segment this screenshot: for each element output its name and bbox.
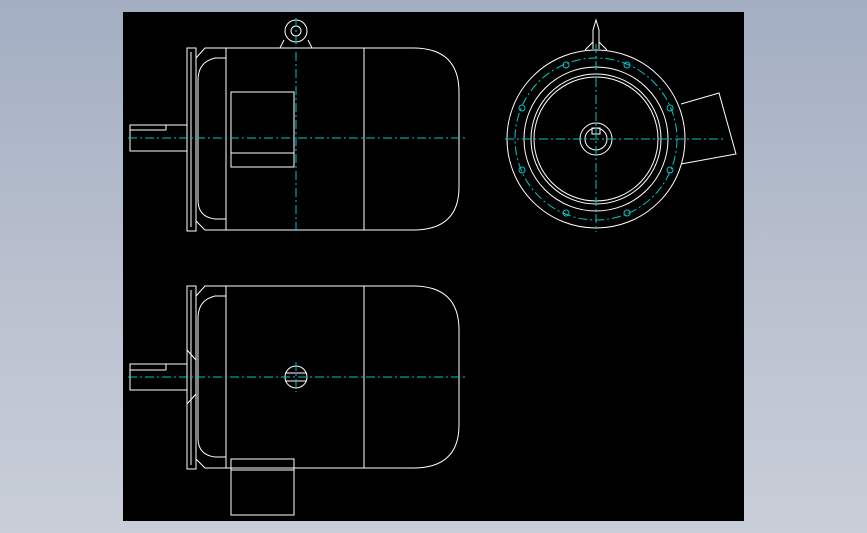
cad-model-viewport[interactable] <box>123 12 744 521</box>
